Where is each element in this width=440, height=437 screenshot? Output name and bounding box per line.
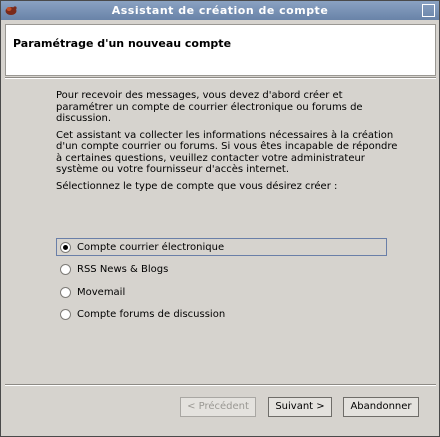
header-panel: Paramétrage d'un nouveau compte (5, 24, 436, 76)
radio-option-rss[interactable]: RSS News & Blogs (56, 261, 387, 279)
radio-option-label: Movemail (77, 286, 126, 298)
radio-option-email[interactable]: Compte courrier électronique (56, 238, 387, 256)
radio-option-newsgroup[interactable]: Compte forums de discussion (56, 306, 387, 324)
radio-button-checked-icon[interactable] (60, 241, 71, 253)
intro-text: Pour recevoir des messages, vous devez d… (56, 90, 401, 197)
page-title: Paramétrage d'un nouveau compte (13, 37, 232, 50)
radio-option-label: Compte courrier électronique (77, 241, 225, 253)
radio-button-icon[interactable] (60, 264, 71, 275)
account-type-group: Compte courrier électronique RSS News & … (56, 238, 387, 328)
cancel-button[interactable]: Abandonner (343, 397, 419, 417)
radio-option-label: Compte forums de discussion (77, 309, 226, 320)
radio-option-label: RSS News & Blogs (77, 264, 169, 275)
next-button[interactable]: Suivant > (268, 397, 332, 417)
account-wizard-window: Assistant de création de compte Paramétr… (0, 0, 440, 437)
account-type-prompt: Sélectionnez le type de compte que vous … (56, 180, 338, 192)
footer-separator (5, 384, 436, 386)
radio-option-movemail[interactable]: Movemail (56, 283, 387, 301)
back-button[interactable]: < Précédent (180, 397, 256, 417)
intro-paragraph-2: Cet assistant va collecter les informati… (56, 129, 398, 176)
header-separator (5, 77, 436, 79)
radio-button-icon[interactable] (60, 309, 71, 320)
maximize-button[interactable] (422, 4, 435, 17)
radio-button-icon[interactable] (60, 286, 71, 298)
intro-paragraph-1: Pour recevoir des messages, vous devez d… (56, 90, 363, 124)
window-title: Assistant de création de compte (111, 4, 329, 17)
title-bar[interactable]: Assistant de création de compte (1, 1, 439, 20)
